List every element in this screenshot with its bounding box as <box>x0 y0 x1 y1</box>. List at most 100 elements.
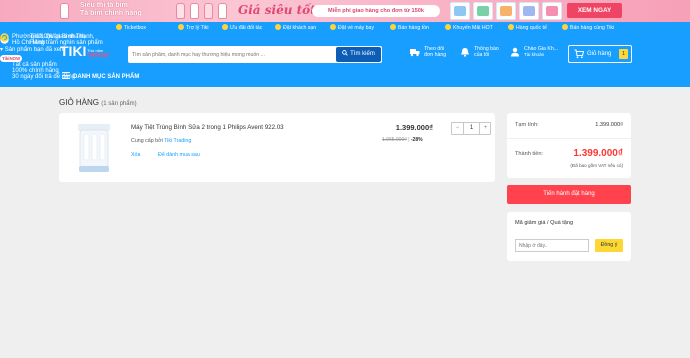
assistant-icon <box>178 24 184 30</box>
coupon-box: Mã giảm giá / Quà tặng Đồng ý <box>507 212 631 261</box>
toplink-assistant[interactable]: Trợ lý Tiki <box>178 22 209 34</box>
total-label: Thành tiền: <box>515 151 543 157</box>
coupon-title: Mã giảm giá / Quà tặng <box>515 220 574 226</box>
page-title: GIỎ HÀNG (1 sản phẩm) <box>59 98 137 107</box>
baby-bottle-icon <box>190 3 199 19</box>
search-button-label: Tìm kiếm <box>350 51 375 57</box>
toplink-label: Ticketbox <box>124 25 147 31</box>
remove-item-button[interactable]: Xóa <box>131 152 140 158</box>
toplink-label: Bán hàng cùng Tiki <box>570 25 615 31</box>
toplink-label: Hàng quốc tế <box>516 25 547 31</box>
toplink-clearance[interactable]: Bán hàng tồn <box>390 22 429 34</box>
cart-icon <box>574 49 584 59</box>
item-price: 1.399.000₫ <box>395 123 433 132</box>
seller-line: Cung cấp bởi Tiki Trading <box>131 138 191 144</box>
qty-decrease-button[interactable]: − <box>452 123 464 134</box>
toplink-label: Bán hàng tồn <box>398 25 429 31</box>
search-button[interactable]: Tìm kiếm <box>336 47 381 62</box>
now-brand-text: TIKINOW <box>87 53 109 59</box>
notif-line2: của tôi <box>474 52 490 58</box>
globe-icon <box>508 24 514 30</box>
toplink-flights[interactable]: Đặt vé máy bay <box>330 22 374 34</box>
user-icon <box>511 47 519 57</box>
old-price-line: 1.965.000₫ | -28% <box>382 137 423 143</box>
qty-increase-button[interactable]: + <box>479 123 491 134</box>
toplink-hotel[interactable]: Đặt khách sạn <box>275 22 316 34</box>
account-label: Tài khoản <box>524 52 545 57</box>
toplink-label: Đặt khách sạn <box>283 25 317 31</box>
quantity-stepper: − 1 + <box>451 122 491 135</box>
cart-button[interactable]: Giỏ hàng 1 <box>568 45 632 63</box>
product-name[interactable]: Máy Tiệt Trùng Bình Sữa 2 trong 1 Philip… <box>131 124 284 131</box>
diaper-pack-icon <box>542 2 562 20</box>
toplink-ticketbox[interactable]: Ticketbox <box>116 22 146 34</box>
save-for-later-button[interactable]: Để dành mua sau <box>158 152 200 158</box>
bell-icon <box>461 48 469 57</box>
subtotal-row: Tạm tính: 1.399.000₫ <box>515 122 623 128</box>
search-icon <box>342 50 348 56</box>
category-menu-label: DANH MỤC SẢN PHẨM <box>73 74 140 80</box>
qty-input[interactable]: 1 <box>464 123 479 134</box>
hamburger-icon <box>62 72 70 80</box>
subtotal-label: Tạm tính: <box>515 122 539 128</box>
store-icon <box>562 24 568 30</box>
old-price: 1.965.000₫ <box>382 137 407 143</box>
promo-cta-button[interactable]: XEM NGAY <box>567 3 622 18</box>
promo-script-text: Giá siêu tốt <box>238 3 316 17</box>
vat-note: (Đã bao gồm VAT nếu có) <box>570 163 623 168</box>
total-value: 1.399.000₫ <box>573 148 623 159</box>
coupon-input[interactable] <box>515 239 589 252</box>
promo-line2: Tã bỉm chính hãng <box>80 10 142 17</box>
diaper-pack-icon <box>496 2 516 20</box>
search-input[interactable] <box>132 46 342 63</box>
return-icon <box>0 33 9 42</box>
cart-title: GIỎ HÀNG <box>59 98 100 107</box>
diaper-pack-icon <box>473 2 493 20</box>
toplink-sell[interactable]: Bán hàng cùng Tiki <box>562 22 614 34</box>
seller-link[interactable]: Tiki Trading <box>164 138 191 144</box>
diaper-pack-icon <box>519 2 539 20</box>
apply-coupon-button[interactable]: Đồng ý <box>595 239 623 252</box>
promo-free-shipping: Miễn phí giao hàng cho đơn từ 150k <box>312 5 440 17</box>
checkout-button[interactable]: Tiến hành đặt hàng <box>507 185 631 204</box>
promo-line1: Siêu thị tã bỉm <box>80 2 128 9</box>
subtotal-value: 1.399.000₫ <box>595 122 623 128</box>
promo-banner[interactable]: Siêu thị tã bỉm Tã bỉm chính hãng Giá si… <box>0 0 690 22</box>
category-menu[interactable]: DANH MỤC SẢN PHẨM <box>62 72 139 80</box>
plane-icon <box>330 24 336 30</box>
fire-icon <box>445 24 451 30</box>
toplink-label: Ưu đãi đối tác <box>230 25 263 31</box>
discount-percent: -28% <box>410 137 423 143</box>
order-summary: Tạm tính: 1.399.000₫ Thành tiền: 1.399.0… <box>507 113 631 178</box>
toplink-hot-deals[interactable]: Khuyến Mãi HOT <box>445 22 493 34</box>
gift-icon <box>222 24 228 30</box>
cart-item-card: Máy Tiệt Trùng Bình Sữa 2 trong 1 Philip… <box>59 113 495 182</box>
ticket-icon <box>116 24 122 30</box>
seller-prefix: Cung cấp bởi <box>131 138 163 144</box>
tag-icon <box>390 24 396 30</box>
toplink-partner-deals[interactable]: Ưu đãi đối tác <box>222 22 262 34</box>
baby-bottle-icon <box>176 3 185 19</box>
product-thumbnail[interactable] <box>75 120 113 176</box>
cart-item-count: (1 sản phẩm) <box>101 101 137 107</box>
baby-bottle-icon <box>218 3 227 19</box>
tikinow-badge-icon: TikiNOW <box>0 55 23 62</box>
baby-bottle-icon <box>204 3 213 19</box>
truck-icon <box>410 49 420 57</box>
main-header: TIKI Thứ năm TIKINOW Tìm kiếm Theo dõiđơ… <box>0 33 690 87</box>
cart-count-badge: 1 <box>619 49 628 59</box>
toplink-label: Đặt vé máy bay <box>338 25 375 31</box>
search-bar: Tìm kiếm <box>128 46 382 63</box>
promo-headline: Siêu thị tã bỉm Tã bỉm chính hãng <box>80 2 142 18</box>
cart-label: Giỏ hàng <box>587 51 612 57</box>
toplink-label: Trợ lý Tiki <box>186 25 209 31</box>
baby-bottle-icon <box>60 3 69 19</box>
tikinow-badge: Thứ năm TIKINOW <box>87 48 109 59</box>
hotel-icon <box>275 24 281 30</box>
diaper-pack-icon <box>450 2 470 20</box>
toplink-label: Khuyến Mãi HOT <box>453 25 493 31</box>
divider <box>507 138 631 139</box>
top-links-bar: Ticketbox Trợ lý Tiki Ưu đãi đối tác Đặt… <box>0 22 690 34</box>
orders-line2: đơn hàng <box>424 52 447 58</box>
toplink-international[interactable]: Hàng quốc tế <box>508 22 547 34</box>
